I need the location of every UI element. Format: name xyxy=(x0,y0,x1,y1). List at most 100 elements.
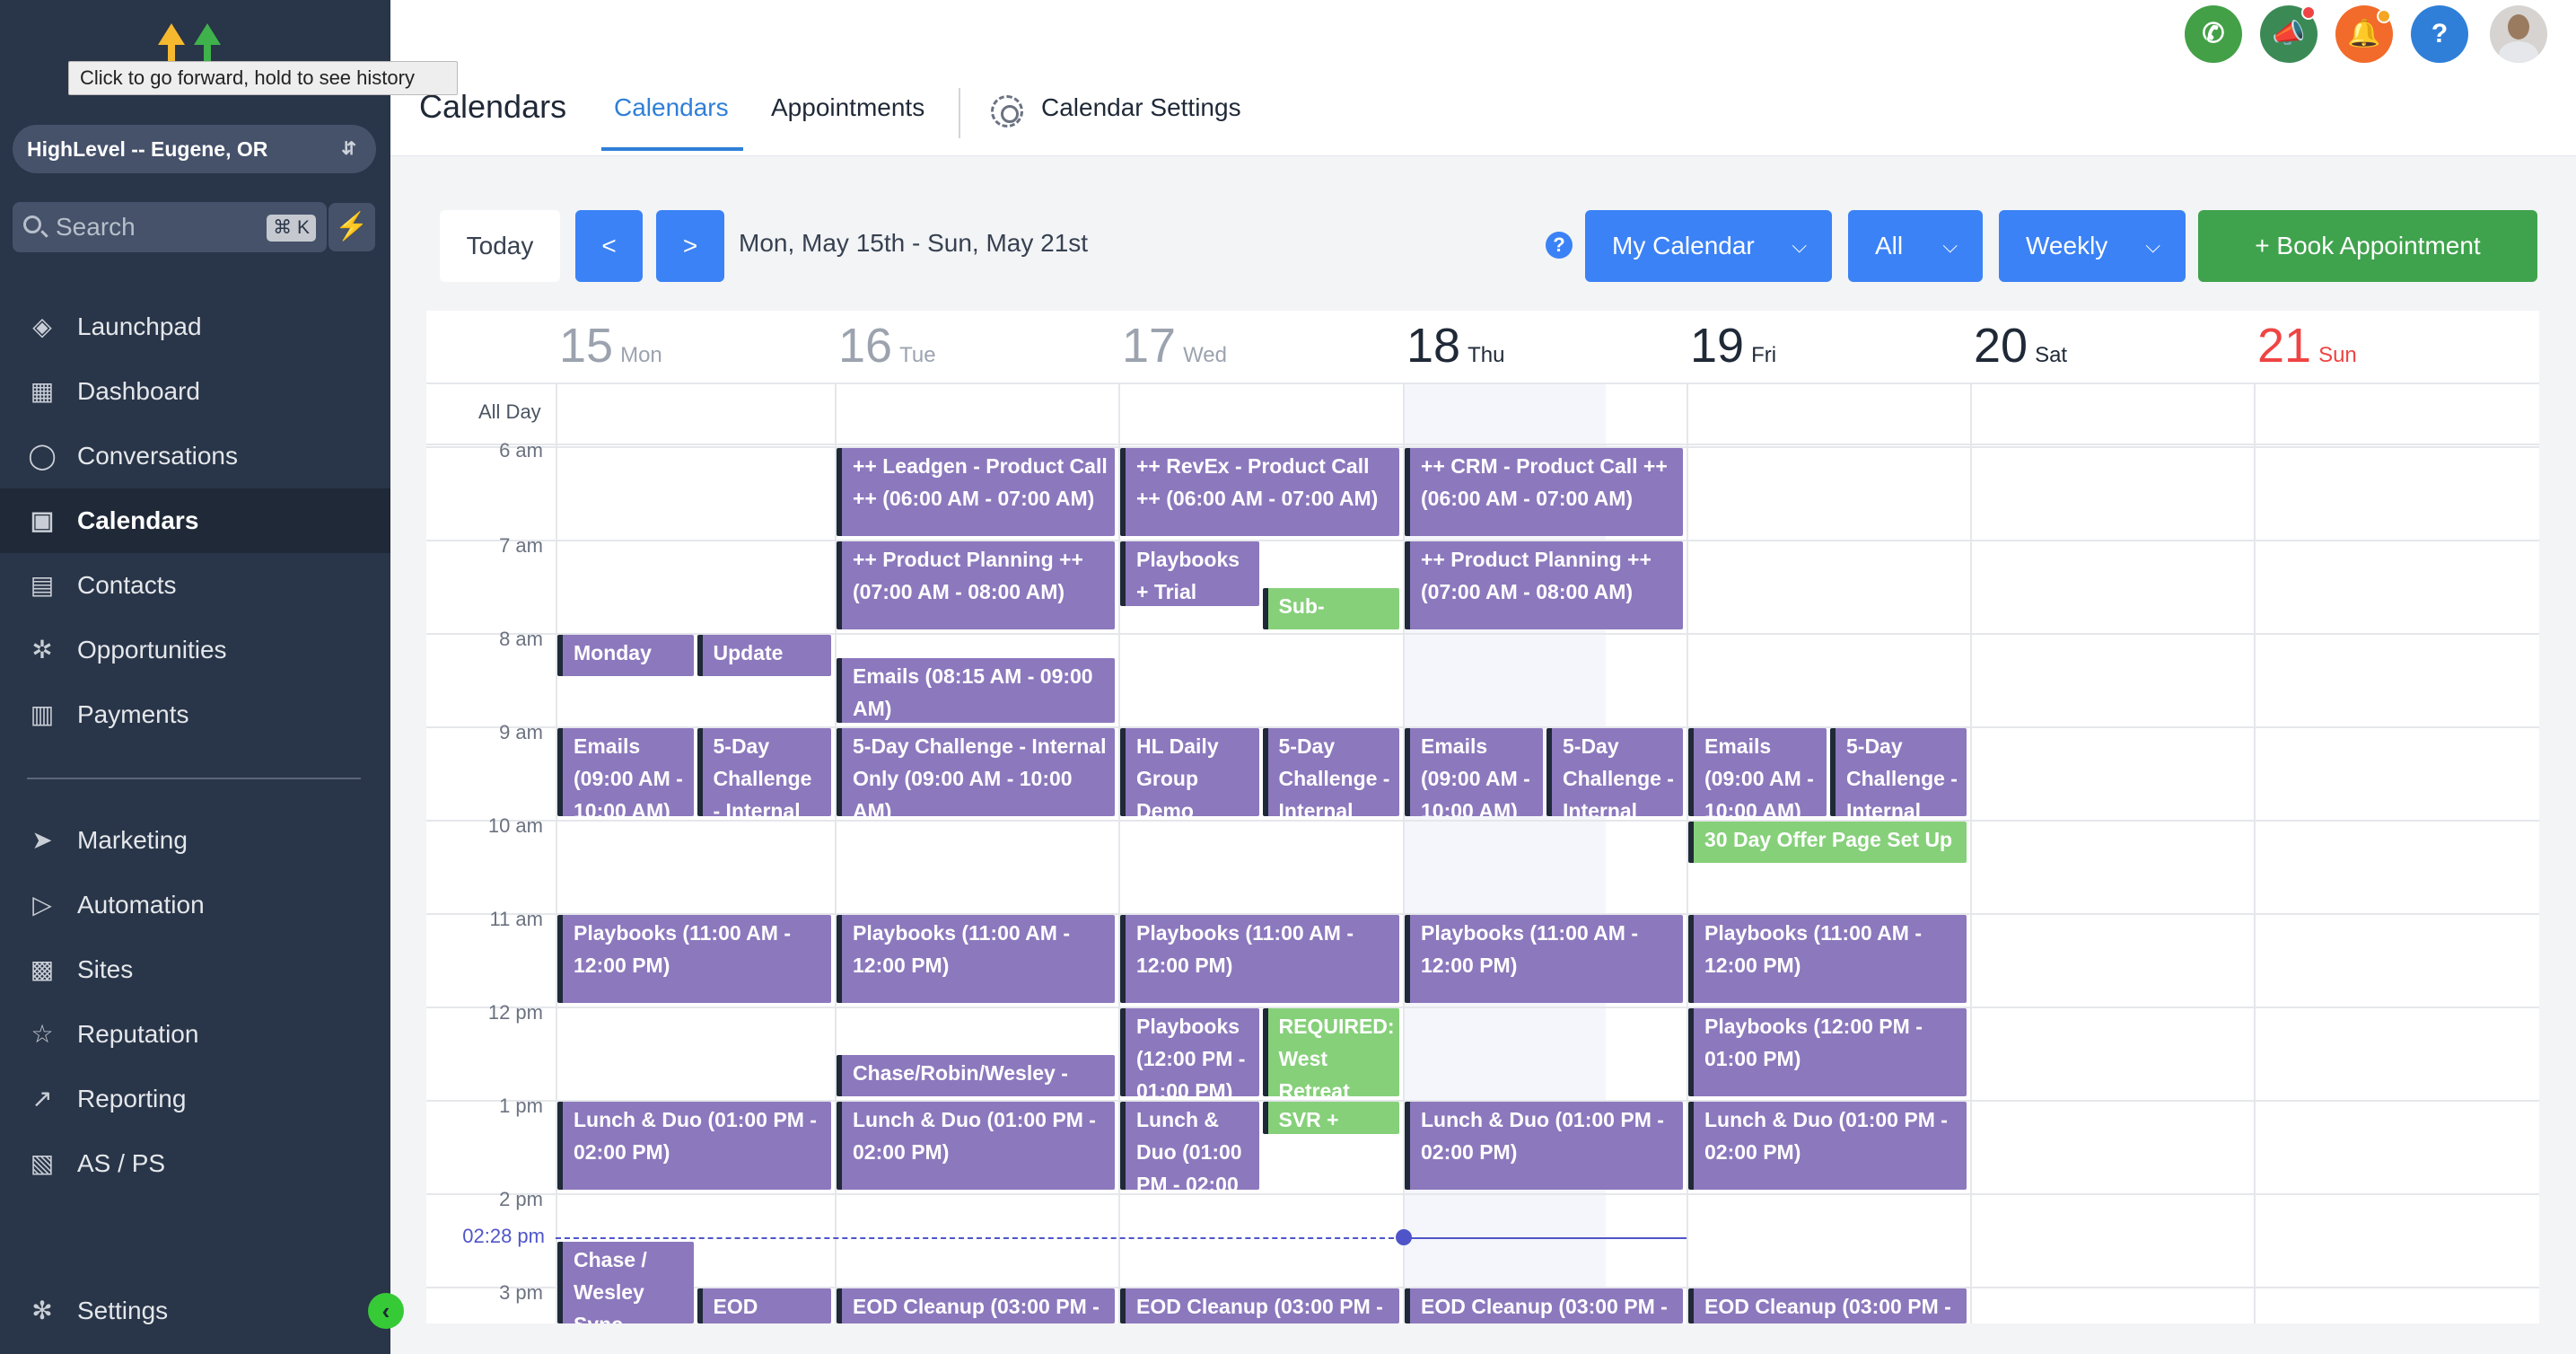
sidebar-item-label: Opportunities xyxy=(77,636,227,664)
location-switcher[interactable]: HighLevel -- Eugene, OR ⇵ xyxy=(13,125,376,173)
day-header-wed[interactable]: 17 Wed xyxy=(1122,318,1227,382)
calendar-event[interactable]: EOD Cleanup (03:00 PM - xyxy=(1688,1288,1967,1323)
question-icon[interactable]: ? xyxy=(1546,232,1573,259)
sidebar-item-calendars[interactable]: ▣ Calendars xyxy=(0,488,390,553)
sidebar-item-automation[interactable]: ▷ Automation xyxy=(0,873,390,937)
play-circle-icon: ▷ xyxy=(32,891,52,919)
avatar[interactable] xyxy=(2490,5,2547,63)
sidebar-item-opportunities[interactable]: ✲ Opportunities xyxy=(0,618,390,682)
today-button[interactable]: Today xyxy=(440,210,560,282)
calendar-event[interactable]: Lunch & Duo (01:00 PM - 02:00 PM) xyxy=(557,1102,831,1190)
day-header-thu[interactable]: 18 Thu xyxy=(1406,318,1504,382)
sidebar-item-marketing[interactable]: ➤ Marketing xyxy=(0,808,390,873)
sidebar-item-launchpad[interactable]: ◈ Launchpad xyxy=(0,295,390,359)
tab-appointments[interactable]: Appointments xyxy=(771,93,924,122)
filter-select-label: All xyxy=(1875,232,1904,259)
sidebar-item-label: Payments xyxy=(77,700,189,728)
sidebar-item-reputation[interactable]: ☆ Reputation xyxy=(0,1002,390,1067)
active-tab-underline xyxy=(601,147,743,151)
calendar-event[interactable]: Playbooks (12:00 PM - 01:00 PM) xyxy=(1120,1008,1259,1096)
calendar-event[interactable]: EOD xyxy=(697,1288,831,1323)
day-header-sat[interactable]: 20 Sat xyxy=(1974,318,2067,382)
day-header-mon[interactable]: 15 Mon xyxy=(559,318,662,382)
calendar-event[interactable]: Update Process (08:00 xyxy=(697,635,831,676)
help-icon[interactable]: ? xyxy=(2411,5,2468,63)
day-number: 15 xyxy=(559,319,614,373)
calendar-event[interactable]: Chase/Robin/Wesley - Sync (12:30 xyxy=(837,1055,1115,1096)
calendar-select[interactable]: My Calendar ⌵ xyxy=(1585,210,1832,282)
calendar-event[interactable]: Playbooks (12:00 PM - 01:00 PM) xyxy=(1688,1008,1967,1096)
calendar-event[interactable]: HL Daily Group Demo (09:00 xyxy=(1120,728,1259,816)
search-input[interactable]: Search ⌘ K xyxy=(13,202,327,252)
day-number: 18 xyxy=(1406,319,1461,373)
calendar-event[interactable]: EOD Cleanup (03:00 PM - xyxy=(1120,1288,1399,1323)
sidebar-item-label: Settings xyxy=(77,1297,169,1324)
previous-week-button[interactable]: < xyxy=(575,210,643,282)
calendar-event[interactable]: ++ Product Planning ++ (07:00 AM - 08:00… xyxy=(1405,541,1683,629)
calendar-event[interactable]: ++ CRM - Product Call ++ (06:00 AM - 07:… xyxy=(1405,448,1683,536)
calendar-event[interactable]: 5-Day Challenge - Internal xyxy=(1546,728,1683,816)
calendar-event[interactable]: Emails (09:00 AM - 10:00 AM) xyxy=(1688,728,1827,816)
book-appointment-button[interactable]: + Book Appointment xyxy=(2198,210,2537,282)
calendar-event[interactable]: Lunch & Duo (01:00 PM - 02:00 xyxy=(1120,1102,1259,1190)
chevron-down-icon: ⌵ xyxy=(1942,234,1958,257)
filter-select[interactable]: All ⌵ xyxy=(1848,210,1983,282)
calendar-event[interactable]: Emails (09:00 AM - 10:00 AM) xyxy=(1405,728,1543,816)
calendar-event[interactable]: Playbooks (11:00 AM - 12:00 PM) xyxy=(1688,915,1967,1003)
sidebar-item-reporting[interactable]: ↗ Reporting xyxy=(0,1067,390,1131)
calendar-event[interactable]: ++ Product Planning ++ (07:00 AM - 08:00… xyxy=(837,541,1115,629)
sidebar-item-dashboard[interactable]: ▦ Dashboard xyxy=(0,359,390,424)
day-header-fri[interactable]: 19 Fri xyxy=(1690,318,1776,382)
calendar-event[interactable]: REQUIRED: West Retreat xyxy=(1262,1008,1399,1096)
time-label: 11 am xyxy=(489,908,543,930)
calendar-event[interactable]: ++ Leadgen - Product Call ++ (06:00 AM -… xyxy=(837,448,1115,536)
contacts-icon: ▤ xyxy=(30,571,55,599)
calendar-event[interactable]: Emails (08:15 AM - 09:00 AM) xyxy=(837,658,1115,723)
day-number: 20 xyxy=(1974,319,2028,373)
calendar-event[interactable]: Chase / Wesley Sync (02:30 xyxy=(557,1242,694,1323)
calendar-event[interactable]: Lunch & Duo (01:00 PM - 02:00 PM) xyxy=(837,1102,1115,1190)
current-time-line-today xyxy=(1403,1236,1687,1239)
settings-gear-icon[interactable] xyxy=(991,95,1023,127)
calendar-event[interactable]: Lunch & Duo (01:00 PM - 02:00 PM) xyxy=(1405,1102,1683,1190)
search-icon xyxy=(23,215,41,233)
sidebar-item-as-ps[interactable]: ▧ AS / PS xyxy=(0,1131,390,1196)
collapse-sidebar-button[interactable]: ‹ xyxy=(368,1293,404,1329)
calendar-event[interactable]: EOD Cleanup (03:00 PM - xyxy=(837,1288,1115,1323)
calendar-event[interactable]: 5-Day Challenge - Internal xyxy=(1262,728,1399,816)
calendar-event[interactable]: ++ RevEx - Product Call ++ (06:00 AM - 0… xyxy=(1120,448,1399,536)
day-header-sun[interactable]: 21 Sun xyxy=(2257,318,2357,382)
calendar-event[interactable]: Playbooks + Trial xyxy=(1120,541,1259,606)
calendar-event[interactable]: EOD Cleanup (03:00 PM - xyxy=(1405,1288,1683,1323)
calendar-event[interactable]: Sub-Account xyxy=(1262,588,1399,629)
quick-action-bolt-icon[interactable]: ⚡ xyxy=(329,203,375,251)
sidebar-item-settings[interactable]: ✻ Settings xyxy=(0,1279,390,1343)
phone-icon[interactable]: ✆ xyxy=(2185,5,2242,63)
sidebar-item-payments[interactable]: ▥ Payments xyxy=(0,682,390,747)
search-shortcut: ⌘ K xyxy=(267,215,316,242)
tab-calendars[interactable]: Calendars xyxy=(614,93,729,122)
calendar-event[interactable]: 30 Day Offer Page Set Up xyxy=(1688,822,1967,863)
date-range: Mon, May 15th - Sun, May 21st xyxy=(739,229,1089,257)
calendar-event[interactable]: Playbooks (11:00 AM - 12:00 PM) xyxy=(1120,915,1399,1003)
calendar-event[interactable]: Playbooks (11:00 AM - 12:00 PM) xyxy=(1405,915,1683,1003)
calendar-event[interactable]: 5-Day Challenge - Internal xyxy=(697,728,831,816)
calendar-event[interactable]: Playbooks (11:00 AM - 12:00 PM) xyxy=(557,915,831,1003)
calendar-event[interactable]: Lunch & Duo (01:00 PM - 02:00 PM) xyxy=(1688,1102,1967,1190)
globe-icon: ▩ xyxy=(30,955,55,983)
calendar-event[interactable]: 5-Day Challenge - Internal Only (09:00 A… xyxy=(837,728,1115,816)
calendar-event[interactable]: Playbooks (11:00 AM - 12:00 PM) xyxy=(837,915,1115,1003)
next-week-button[interactable]: > xyxy=(656,210,724,282)
tab-calendar-settings[interactable]: Calendar Settings xyxy=(1041,93,1241,122)
day-header-tue[interactable]: 16 Tue xyxy=(838,318,936,382)
tooltip: Click to go forward, hold to see history xyxy=(68,61,458,95)
calendar-event[interactable]: SVR + xyxy=(1262,1102,1399,1134)
sidebar-item-conversations[interactable]: ◯ Conversations xyxy=(0,424,390,488)
sidebar-item-contacts[interactable]: ▤ Contacts xyxy=(0,553,390,618)
sidebar-item-sites[interactable]: ▩ Sites xyxy=(0,937,390,1002)
sidebar-item-label: Conversations xyxy=(77,442,238,470)
calendar-event[interactable]: Emails (09:00 AM - 10:00 AM) xyxy=(557,728,694,816)
calendar-event[interactable]: Monday Recap (08:00 xyxy=(557,635,694,676)
calendar-event[interactable]: 5-Day Challenge - Internal xyxy=(1830,728,1967,816)
view-select[interactable]: Weekly ⌵ xyxy=(1999,210,2186,282)
